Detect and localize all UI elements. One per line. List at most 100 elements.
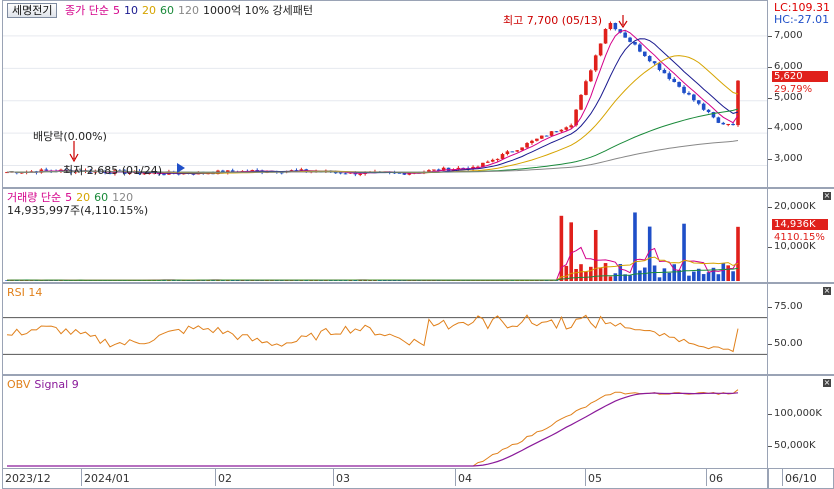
candle-body xyxy=(564,127,569,130)
price-tick: 3,000 xyxy=(768,153,803,164)
candle-body xyxy=(672,78,677,83)
candle-body xyxy=(701,103,706,110)
candle-body xyxy=(652,61,657,64)
price-indicator-label: 종가 단순 xyxy=(64,4,109,17)
volume-bar xyxy=(574,268,578,281)
candle-body xyxy=(598,43,603,56)
obv-tick: 50,000K xyxy=(768,440,816,451)
volume-bar xyxy=(608,276,613,281)
vol-ma-20-label[interactable]: 20 xyxy=(76,191,90,204)
candle-body xyxy=(677,82,681,87)
close-icon[interactable]: × xyxy=(823,287,831,295)
candle-body xyxy=(647,56,652,62)
date-label: 2024/01 xyxy=(81,469,130,486)
price-axis: LC:109.31 HC:-27.01 7,000 6,000 5,000 4,… xyxy=(768,0,834,188)
candle-body xyxy=(667,73,672,79)
volume-bar xyxy=(652,265,657,281)
close-icon[interactable]: × xyxy=(823,192,831,200)
volume-bar xyxy=(721,263,726,281)
candle-body xyxy=(696,100,701,104)
ma-line xyxy=(6,38,739,175)
candle-body xyxy=(530,140,534,144)
high-annotation: 최고 7,700 (05/13) xyxy=(503,14,603,27)
volume-change-tag: 4110.15% xyxy=(774,232,825,243)
price-header: 세명전기 종가 단순 5 10 20 60 120 1000억 10% 강세패턴 xyxy=(7,3,317,18)
candle-body xyxy=(608,23,613,30)
rsi-line xyxy=(6,314,739,353)
volume-bar xyxy=(736,226,740,281)
volume-bar xyxy=(687,275,691,281)
candle-body xyxy=(687,92,691,95)
rsi-tick: 50.00 xyxy=(768,338,803,349)
ma-10-label[interactable]: 10 xyxy=(124,4,138,17)
price-pane[interactable]: 세명전기 종가 단순 5 10 20 60 120 1000억 10% 강세패턴 최고 7,… xyxy=(2,0,768,188)
candle-body xyxy=(485,161,490,163)
candle-body xyxy=(539,135,544,139)
volume-bar xyxy=(672,264,677,281)
candle-body xyxy=(692,94,696,101)
ma-20-label[interactable]: 20 xyxy=(142,4,156,17)
vol-ma-60-label[interactable]: 60 xyxy=(94,191,108,204)
candle-body xyxy=(535,138,539,141)
obv-axis: × 100,000K 50,000K xyxy=(768,375,834,469)
volume-info: 14,935,997주(4,110.15%) xyxy=(7,204,149,217)
candle-body xyxy=(682,86,686,93)
candle-body xyxy=(495,158,500,160)
volume-tick: 20,000K xyxy=(768,201,816,212)
candle-body xyxy=(613,23,618,30)
ma-5-label[interactable]: 5 xyxy=(113,4,120,17)
volume-bar xyxy=(642,267,647,281)
high-arrow-icon xyxy=(618,15,628,29)
candle-body xyxy=(525,143,529,148)
candle-body xyxy=(593,55,598,71)
volume-bar xyxy=(628,275,632,281)
volume-bar xyxy=(706,272,711,281)
candle-body xyxy=(579,94,583,110)
candle-body xyxy=(500,154,505,159)
candle-body xyxy=(490,159,495,162)
dividend-annotation: 배당락(0.00%) xyxy=(33,130,107,143)
candle-body xyxy=(162,174,166,176)
candle-body xyxy=(662,69,667,74)
obv-tick: 100,000K xyxy=(768,408,822,419)
obv-pane[interactable]: OBV Signal 9 xyxy=(2,375,768,469)
volume-bar xyxy=(603,263,608,281)
low-annotation: 최저 2,685 (01/24) xyxy=(63,164,163,177)
low-marker-icon xyxy=(177,163,185,173)
date-label: 04 xyxy=(455,469,472,486)
candle-body xyxy=(44,169,49,171)
obv-label: OBV xyxy=(7,378,31,391)
dividend-arrow-icon xyxy=(69,141,79,163)
volume-pane[interactable]: 거래량 단순 5 20 60 120 14,935,997주(4,110.15%) xyxy=(2,188,768,283)
candle-body xyxy=(554,131,559,133)
candle-body xyxy=(584,81,588,95)
rsi-pane[interactable]: RSI 14 xyxy=(2,283,768,375)
volume-bar xyxy=(667,272,672,281)
rsi-chart-svg xyxy=(3,314,767,355)
ma-120-label[interactable]: 120 xyxy=(178,4,199,17)
ma-line xyxy=(6,29,739,175)
candle-body xyxy=(510,151,515,153)
candle-body xyxy=(726,123,730,125)
date-label: 02 xyxy=(215,469,232,486)
volume-bar xyxy=(613,273,618,281)
ma-60-label[interactable]: 60 xyxy=(160,4,174,17)
volume-bar xyxy=(589,266,593,281)
volume-bar xyxy=(701,274,706,281)
volume-bar xyxy=(638,270,642,281)
obv-line xyxy=(7,389,739,467)
candle-body xyxy=(603,29,608,44)
date-corner: 06/10 xyxy=(768,468,834,489)
vol-ma-5-label[interactable]: 5 xyxy=(65,191,72,204)
vol-ma-120-label[interactable]: 120 xyxy=(112,191,133,204)
price-chart-svg xyxy=(3,15,767,177)
current-price-tag: 5,620 xyxy=(772,71,828,82)
price-tick: 7,000 xyxy=(768,30,803,41)
volume-bar xyxy=(731,271,735,281)
stock-name-button[interactable]: 세명전기 xyxy=(7,3,58,18)
volume-axis: × 20,000K 10,000K 14,936K 4110.15% xyxy=(768,188,834,283)
close-icon[interactable]: × xyxy=(823,379,831,387)
volume-bar xyxy=(716,274,721,281)
date-axis: 2023/12 2024/01 02 03 04 05 06 xyxy=(2,468,768,489)
candle-body xyxy=(589,70,593,82)
